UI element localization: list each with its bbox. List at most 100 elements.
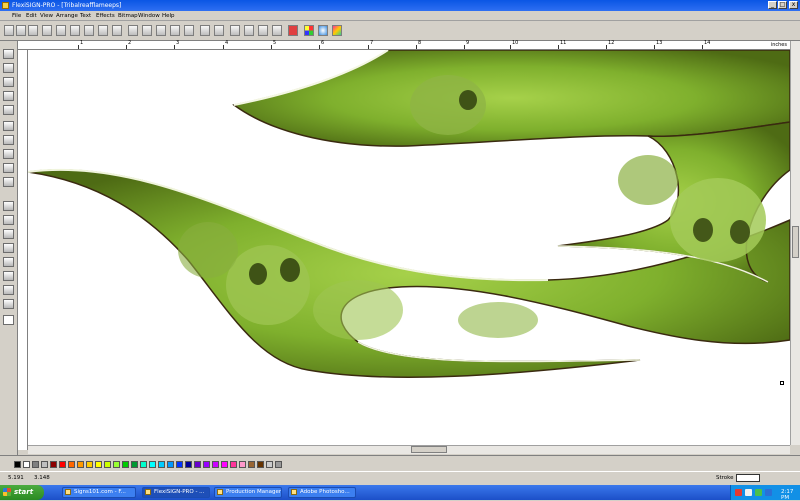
zoom-icon[interactable] [258,25,268,36]
color-swatch[interactable] [176,461,183,468]
menu-bitmap[interactable]: Bitmap [118,12,138,20]
color-swatch[interactable] [275,461,282,468]
control-handle[interactable] [780,381,784,385]
outline-tool-icon[interactable] [3,243,14,253]
color-swatch[interactable] [50,461,57,468]
color-swatch[interactable] [167,461,174,468]
group-icon[interactable] [128,25,138,36]
horizontal-scroll-thumb[interactable] [411,446,447,453]
undo-icon[interactable] [170,25,180,36]
cut-icon[interactable] [70,25,80,36]
menu-view[interactable]: View [40,12,53,20]
pen-tool-icon[interactable] [3,177,14,187]
hand-tool-icon[interactable] [3,299,14,309]
text-tool-icon[interactable] [3,121,14,131]
security-icon[interactable] [735,489,742,496]
redo-icon[interactable] [184,25,194,36]
fill-tool-icon[interactable] [3,229,14,239]
menu-window[interactable]: Window [138,12,160,20]
select-tool-icon[interactable] [3,49,14,59]
color-swatch[interactable] [158,461,165,468]
menu-file[interactable]: File [12,12,21,20]
grid-icon[interactable] [230,25,240,36]
color-swatch[interactable] [203,461,210,468]
open-file-icon[interactable] [16,25,26,36]
save-icon[interactable] [28,25,38,36]
menu-text[interactable]: Text [80,12,91,20]
color-swatch[interactable] [239,461,246,468]
color-swatch[interactable] [194,461,201,468]
menu-effects[interactable]: Effects [96,12,115,20]
new-file-icon[interactable] [4,25,14,36]
eyedropper-tool-icon[interactable] [3,215,14,225]
color-swatch[interactable] [113,461,120,468]
zoom-tool-icon[interactable] [3,201,14,211]
color-swatch[interactable] [68,461,75,468]
antivirus-icon[interactable] [755,489,762,496]
maximize-button[interactable]: □ [778,1,787,9]
blend-tool-icon[interactable] [3,271,14,281]
color-swatch[interactable] [104,461,111,468]
color-tool-icon[interactable] [3,285,14,295]
print-icon[interactable] [42,25,52,36]
pan-tool-icon[interactable] [3,77,14,87]
color-swatch[interactable] [185,461,192,468]
horizontal-scrollbar[interactable] [28,445,790,454]
color-swatch[interactable] [95,461,102,468]
color-swatch[interactable] [41,461,48,468]
color-swatch[interactable] [32,461,39,468]
rectangle-tool-icon[interactable] [3,135,14,145]
copy-icon[interactable] [84,25,94,36]
color-swatch[interactable] [212,461,219,468]
color-swatch[interactable] [131,461,138,468]
color-picker-icon[interactable] [304,25,314,36]
knife-tool-icon[interactable] [3,105,14,115]
gradient-icon[interactable] [332,25,342,36]
polygon-tool-icon[interactable] [3,163,14,173]
vertical-scrollbar[interactable] [790,41,800,445]
menu-edit[interactable]: Edit [26,12,37,20]
color-swatch[interactable] [86,461,93,468]
page-tool-icon[interactable] [3,315,14,325]
volume-icon[interactable] [765,489,772,496]
task-photoshop[interactable]: Adobe Photosho... [288,487,356,498]
menu-arrange[interactable]: Arrange [56,12,78,20]
drawing-canvas[interactable] [28,50,790,445]
color-swatch[interactable] [257,461,264,468]
start-button[interactable]: start [0,485,44,500]
close-button[interactable]: x [789,1,798,9]
color-swatch[interactable] [77,461,84,468]
task-signs101[interactable]: Signs101.com - F... [62,487,136,498]
color-swatch[interactable] [122,461,129,468]
ellipse-tool-icon[interactable] [3,149,14,159]
snap-icon[interactable] [244,25,254,36]
color-swatch[interactable] [266,461,273,468]
task-flexisign[interactable]: FlexiSIGN-PRO - ... [142,487,210,498]
paste-icon[interactable] [98,25,108,36]
task-production-manager[interactable]: Production Manager [214,487,282,498]
color-wheel-icon[interactable] [318,25,328,36]
front-icon[interactable] [156,25,166,36]
minimize-button[interactable]: _ [768,1,777,9]
tribal-flame-artwork[interactable] [28,50,790,445]
contour-icon[interactable] [214,25,224,36]
fill-indicator[interactable] [736,474,760,482]
color-swatch[interactable] [23,461,30,468]
stop-icon[interactable] [288,25,298,36]
node-edit-tool-icon[interactable] [3,63,14,73]
color-swatch[interactable] [149,461,156,468]
color-swatch[interactable] [221,461,228,468]
weld-icon[interactable] [200,25,210,36]
shape-tool-icon[interactable] [3,91,14,101]
network-icon[interactable] [745,489,752,496]
color-swatch[interactable] [230,461,237,468]
color-swatch[interactable] [59,461,66,468]
vertical-scroll-thumb[interactable] [792,226,799,258]
color-swatch[interactable] [140,461,147,468]
cut-plot-icon[interactable] [56,25,66,36]
align-icon[interactable] [112,25,122,36]
color-swatch[interactable] [14,461,21,468]
color-swatch[interactable] [248,461,255,468]
preview-icon[interactable] [272,25,282,36]
distort-tool-icon[interactable] [3,257,14,267]
